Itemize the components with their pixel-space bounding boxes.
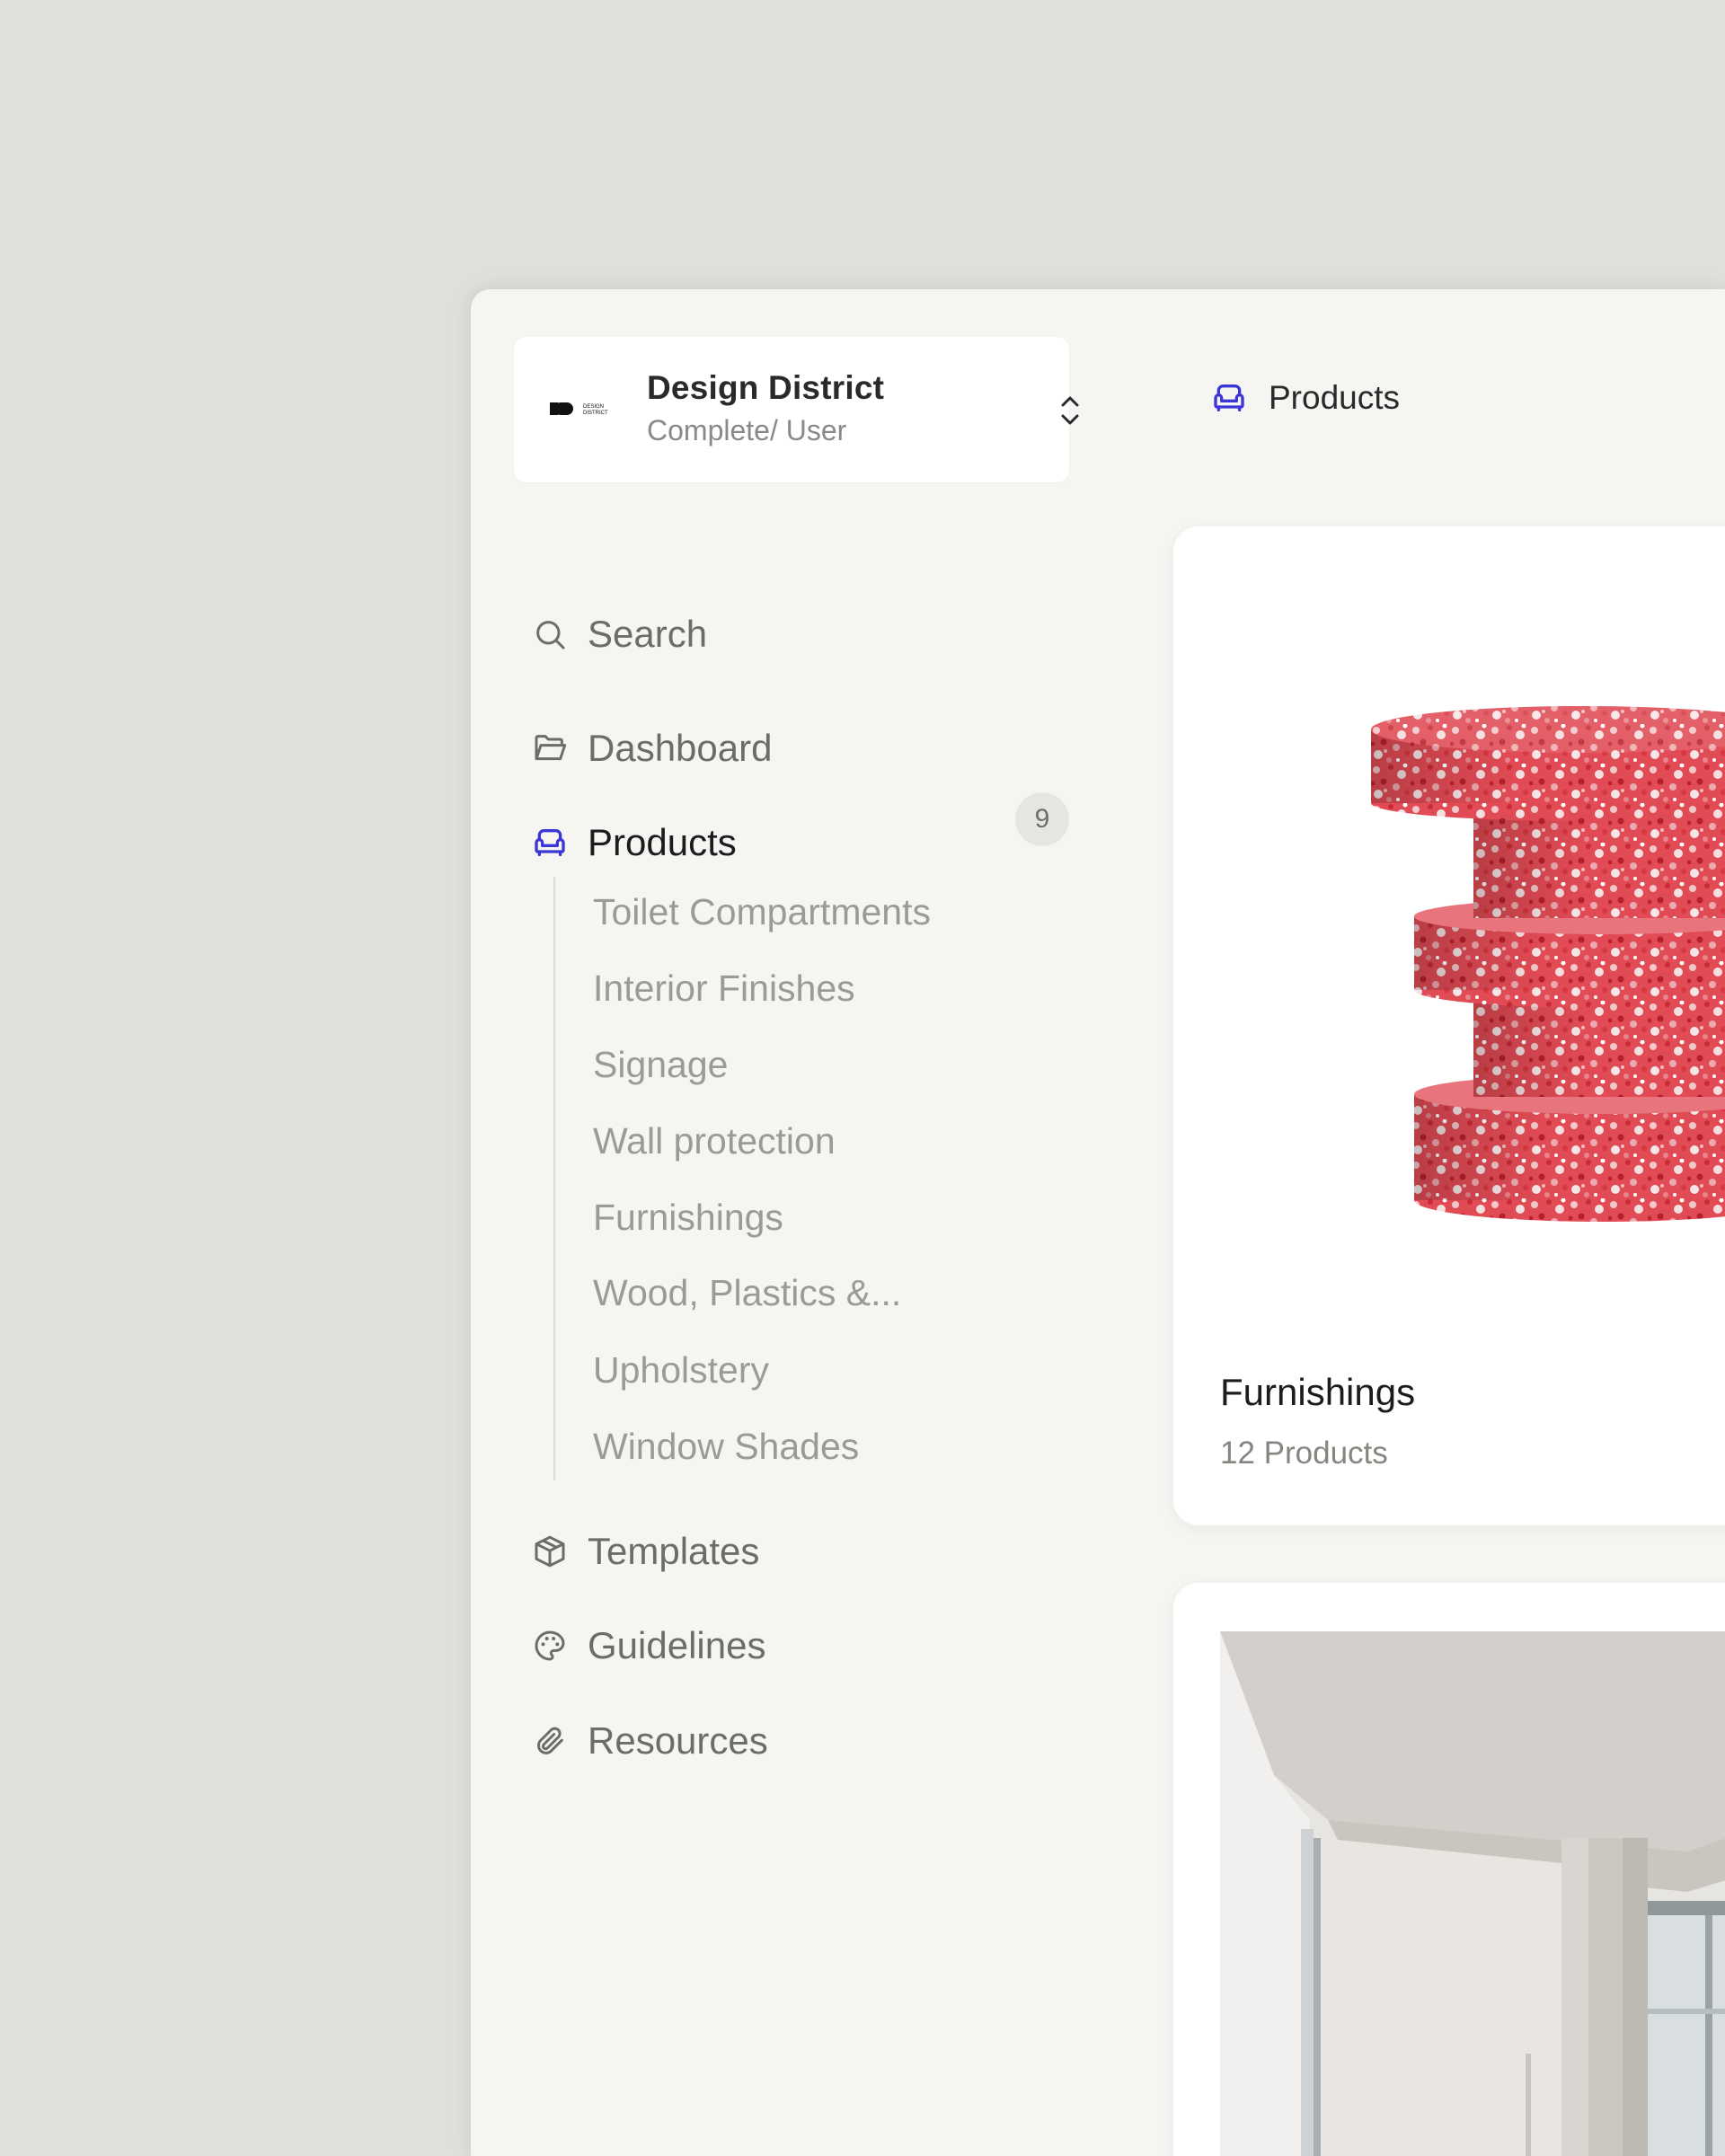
sidebar-search[interactable]: Search bbox=[532, 613, 707, 656]
search-icon bbox=[532, 616, 568, 652]
svg-text:DESIGN: DESIGN bbox=[583, 404, 604, 410]
sidebar-item-dashboard[interactable]: Dashboard bbox=[532, 727, 772, 770]
workspace-name: Design District bbox=[647, 369, 885, 406]
sidebar-item-guidelines[interactable]: Guidelines bbox=[532, 1624, 765, 1667]
card-title: Furnishings bbox=[1220, 1371, 1416, 1413]
sidebar-item-label: Resources bbox=[588, 1719, 768, 1762]
page-header: Products bbox=[1211, 379, 1400, 417]
search-label: Search bbox=[588, 613, 708, 655]
submenu-item-wall-protection[interactable]: Wall protection bbox=[593, 1120, 836, 1162]
products-count-badge: 9 bbox=[1015, 792, 1069, 846]
sidebar-item-products[interactable]: Products bbox=[532, 821, 737, 864]
sidebar-item-templates[interactable]: Templates bbox=[532, 1530, 759, 1573]
submenu-item-window-shades[interactable]: Window Shades bbox=[593, 1426, 859, 1468]
submenu-item-signage[interactable]: Signage bbox=[593, 1044, 728, 1086]
submenu-item-furnishings[interactable]: Furnishings bbox=[593, 1197, 783, 1239]
box-icon bbox=[532, 1533, 568, 1569]
submenu-item-toilet-compartments[interactable]: Toilet Compartments bbox=[593, 891, 931, 933]
sidebar-item-label: Guidelines bbox=[588, 1624, 766, 1666]
interior-photo-image bbox=[1220, 1631, 1725, 2156]
palette-icon bbox=[532, 1628, 568, 1664]
sidebar-item-label: Products bbox=[588, 821, 737, 863]
category-card-furnishings[interactable]: Furnishings 12 Products bbox=[1173, 526, 1725, 1525]
category-card-interior[interactable] bbox=[1173, 1583, 1725, 2156]
folder-open-icon bbox=[532, 730, 568, 766]
workspace-role: Complete/ User bbox=[647, 414, 847, 446]
workspace-switcher[interactable]: DESIGN DISTRICT Design District Complete… bbox=[514, 337, 1079, 482]
submenu-item-interior-finishes[interactable]: Interior Finishes bbox=[593, 968, 855, 1010]
terrazzo-stool-image bbox=[1371, 706, 1725, 1222]
chevron-up-down-icon[interactable] bbox=[1057, 391, 1084, 430]
sidebar-item-label: Dashboard bbox=[588, 727, 773, 769]
armchair-icon bbox=[532, 825, 568, 861]
armchair-icon bbox=[1214, 384, 1244, 411]
submenu-rail bbox=[553, 877, 555, 1480]
submenu-item-upholstery[interactable]: Upholstery bbox=[593, 1349, 769, 1392]
svg-text:DISTRICT: DISTRICT bbox=[583, 411, 608, 416]
app-window: DESIGN DISTRICT Design District Complete… bbox=[471, 289, 1725, 2156]
card-product-count: 12 Products bbox=[1220, 1436, 1388, 1471]
submenu-item-wood-plastics[interactable]: Wood, Plastics &... bbox=[593, 1272, 901, 1314]
sidebar-item-resources[interactable]: Resources bbox=[532, 1719, 768, 1763]
design-district-logo: DESIGN DISTRICT bbox=[550, 402, 608, 416]
paperclip-icon bbox=[532, 1723, 568, 1759]
page-title: Products bbox=[1269, 379, 1401, 416]
sidebar-item-label: Templates bbox=[588, 1530, 760, 1572]
